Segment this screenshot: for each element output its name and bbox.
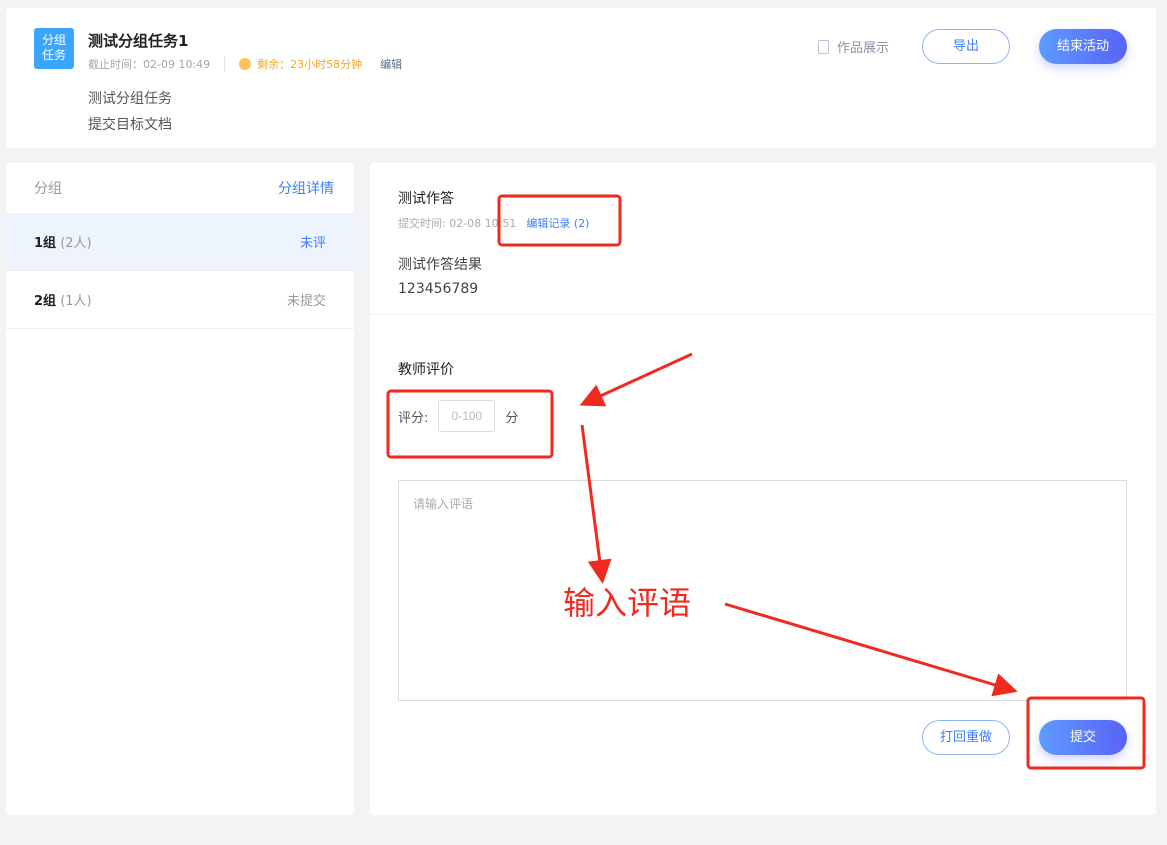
- task-meta: 截止时间：02-09 10:49 剩余：23小时58分钟 编辑: [88, 56, 402, 72]
- deadline: 截止时间：02-09 10:49: [88, 58, 211, 71]
- clock-icon: [239, 58, 252, 70]
- group-status: 未评: [299, 236, 326, 251]
- showcase-button[interactable]: 作品展示: [818, 37, 889, 56]
- group-count: (1人): [60, 294, 92, 309]
- submit-time: 提交时间: 02-08 10:51: [398, 217, 517, 230]
- answer-panel: 测试作答 提交时间: 02-08 10:51 编辑记录 (2) 测试作答结果 12…: [370, 163, 1156, 815]
- group-count: (2人): [60, 236, 92, 251]
- comment-textarea[interactable]: [398, 480, 1127, 701]
- annotation-text: 输入评语: [563, 584, 692, 622]
- score-label: 评分:: [398, 410, 429, 426]
- task-type-badge: 分组 任务: [34, 28, 74, 69]
- task-title: 测试分组任务1: [88, 32, 189, 50]
- badge-line-1: 分组: [41, 33, 66, 47]
- group-detail-link[interactable]: 分组详情: [278, 178, 334, 198]
- score-row: 评分: 分: [398, 400, 518, 432]
- answer-meta: 提交时间: 02-08 10:51 编辑记录 (2): [398, 215, 589, 231]
- return-redo-button[interactable]: 打回重做: [922, 720, 1010, 755]
- score-input[interactable]: [438, 400, 496, 432]
- teacher-eval-title: 教师评价: [398, 362, 454, 378]
- sidebar-title: 分组: [34, 181, 62, 197]
- divider: [370, 314, 1156, 315]
- task-requirement: 提交目标文档: [88, 117, 172, 133]
- group-status: 未提交: [286, 294, 326, 309]
- group-sidebar: 分组 分组详情 1组 (2人) 未评 2组 (1人) 未提交: [6, 163, 354, 815]
- result-title: 测试作答结果: [398, 257, 482, 273]
- showcase-label: 作品展示: [837, 41, 890, 56]
- group-name: 2组: [34, 294, 57, 309]
- score-unit: 分: [505, 410, 519, 426]
- clipboard-icon: [818, 39, 829, 54]
- divider: [224, 56, 226, 72]
- edit-history-link[interactable]: 编辑记录 (2): [526, 217, 589, 230]
- edit-link[interactable]: 编辑: [380, 56, 402, 72]
- result-value: 123456789: [398, 281, 479, 297]
- group-item-1[interactable]: 1组 (2人) 未评: [6, 213, 354, 271]
- task-header: 分组 任务 测试分组任务1 截止时间：02-09 10:49 剩余：23小时58分…: [6, 8, 1156, 148]
- remaining-time: 剩余：23小时58分钟: [239, 56, 362, 72]
- group-name: 1组: [34, 236, 57, 251]
- remaining-text: 剩余：23小时58分钟: [257, 58, 363, 71]
- submit-button[interactable]: 提交: [1039, 720, 1127, 755]
- answer-title: 测试作答: [398, 191, 454, 207]
- task-description: 测试分组任务: [88, 91, 172, 107]
- group-item-2[interactable]: 2组 (1人) 未提交: [6, 271, 354, 329]
- badge-line-2: 任务: [41, 48, 66, 62]
- export-button[interactable]: 导出: [922, 29, 1010, 64]
- end-activity-button[interactable]: 结束活动: [1039, 29, 1127, 64]
